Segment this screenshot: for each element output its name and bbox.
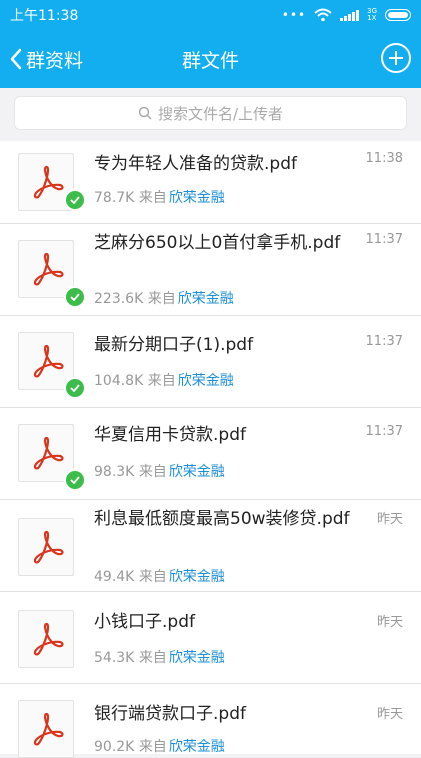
file-size: 90.2K [94,739,135,755]
from-label: 来自 [138,739,167,755]
file-meta: 98.3K 来自 欣荣金融 [94,461,225,481]
file-meta: 104.8K 来自 欣荣金融 [94,370,234,390]
file-name: 银行端贷款口子.pdf [94,704,246,724]
signal-icon [340,9,360,21]
file-time: 11:37 [365,424,403,439]
notification-dots-icon: ••• [281,8,307,22]
back-button[interactable]: 群资料 [10,30,83,88]
file-name: 专为年轻人准备的贷款.pdf [94,154,297,174]
file-name: 小钱口子.pdf [94,612,195,632]
file-size: 49.4K [94,569,135,585]
file-row[interactable]: 芝麻分650以上0首付拿手机.pdf 223.6K 来自 欣荣金融 11:37 [0,224,421,316]
file-name: 华夏信用卡贷款.pdf [94,425,246,445]
file-row[interactable]: 银行端贷款口子.pdf 90.2K 来自 欣荣金融 昨天 [0,684,421,758]
file-name: 最新分期口子(1).pdf [94,335,254,355]
file-row[interactable]: 小钱口子.pdf 54.3K 来自 欣荣金融 昨天 [0,592,421,684]
back-label: 群资料 [26,49,84,72]
wifi-icon [314,8,332,22]
uploader-link[interactable]: 欣荣金融 [169,190,225,206]
uploader-link[interactable]: 欣荣金融 [169,739,225,755]
status-time: 上午11:38 [10,8,79,24]
from-label: 来自 [147,291,176,307]
chevron-left-icon [10,48,22,70]
pdf-icon [18,610,74,668]
file-size: 54.3K [94,650,135,666]
file-time: 11:38 [365,151,403,166]
search-input[interactable]: 搜索文件名/上传者 [14,96,407,130]
status-bar: 上午11:38 ••• 3G 1X [0,0,421,30]
file-size: 223.6K [94,291,144,307]
uploader-link[interactable]: 欣荣金融 [169,464,225,480]
uploader-link[interactable]: 欣荣金融 [178,291,234,307]
network-type-secondary: 1X [367,14,377,22]
file-row[interactable]: 华夏信用卡贷款.pdf 98.3K 来自 欣荣金融 11:37 [0,408,421,500]
uploader-link[interactable]: 欣荣金融 [169,569,225,585]
battery-icon [385,9,411,21]
status-icons: ••• 3G 1X [282,8,411,22]
file-row[interactable]: 专为年轻人准备的贷款.pdf 78.7K 来自 欣荣金融 11:38 [0,141,421,224]
file-list: 专为年轻人准备的贷款.pdf 78.7K 来自 欣荣金融 11:38 芝麻分650… [0,141,421,758]
downloaded-check-icon [64,189,86,211]
uploader-link[interactable]: 欣荣金融 [178,373,234,389]
file-time: 昨天 [376,512,403,527]
file-name: 芝麻分650以上0首付拿手机.pdf [94,233,341,253]
from-label: 来自 [138,650,167,666]
uploader-link[interactable]: 欣荣金融 [169,650,225,666]
file-meta: 78.7K 来自 欣荣金融 [94,187,225,207]
file-row[interactable]: 最新分期口子(1).pdf 104.8K 来自 欣荣金融 11:37 [0,316,421,408]
file-name: 利息最低额度最高50w装修贷.pdf [94,509,350,529]
nav-bar: 群资料 群文件 [0,30,421,88]
file-time: 11:37 [365,334,403,349]
file-size: 98.3K [94,464,135,480]
file-time: 昨天 [376,707,403,722]
file-meta: 49.4K 来自 欣荣金融 [94,566,225,586]
file-meta: 54.3K 来自 欣荣金融 [94,647,225,667]
from-label: 来自 [138,569,167,585]
downloaded-check-icon [64,377,86,399]
add-file-button[interactable] [381,43,411,73]
file-size: 104.8K [94,373,144,389]
network-type: 3G 1X [367,8,377,22]
downloaded-check-icon [64,286,86,308]
file-time: 11:37 [365,232,403,247]
from-label: 来自 [147,373,176,389]
file-time: 昨天 [376,615,403,630]
pdf-icon [18,700,74,758]
search-icon [138,106,152,120]
file-meta: 90.2K 来自 欣荣金融 [94,736,225,756]
from-label: 来自 [138,190,167,206]
file-row[interactable]: 利息最低额度最高50w装修贷.pdf 49.4K 来自 欣荣金融 昨天 [0,500,421,592]
pdf-icon [18,518,74,576]
file-meta: 223.6K 来自 欣荣金融 [94,288,234,308]
file-size: 78.7K [94,190,135,206]
search-placeholder: 搜索文件名/上传者 [157,104,284,123]
downloaded-check-icon [64,469,86,491]
from-label: 来自 [138,464,167,480]
search-area: 搜索文件名/上传者 [0,88,421,141]
